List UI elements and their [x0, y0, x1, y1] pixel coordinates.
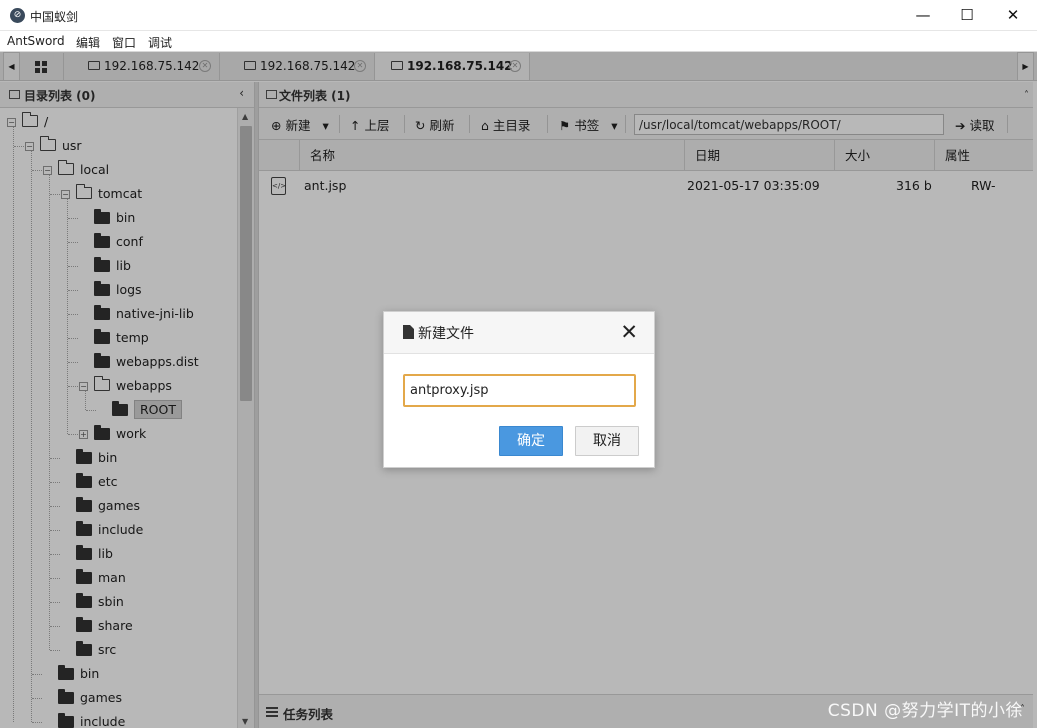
dialog-close-button[interactable]: ✕: [620, 320, 638, 344]
antsword-logo-icon: ⊘: [10, 8, 25, 23]
dialog-title: 新建文件: [418, 326, 474, 342]
menu-debug[interactable]: 调试: [148, 34, 172, 51]
menu-edit[interactable]: 编辑: [76, 34, 100, 51]
new-file-dialog: 新建文件 ✕ 确定 取消: [383, 311, 655, 468]
filename-input[interactable]: [403, 374, 636, 407]
dialog-header: 新建文件 ✕: [384, 312, 654, 354]
window-title: 中国蚁剑: [30, 10, 79, 24]
close-window-button[interactable]: ✕: [990, 0, 1036, 31]
menu-window[interactable]: 窗口: [112, 34, 136, 51]
menu-antsword[interactable]: AntSword: [7, 34, 65, 48]
file-icon: [403, 325, 414, 339]
menu-bar: AntSword 编辑 窗口 调试: [0, 31, 1037, 52]
cancel-button[interactable]: 取消: [575, 426, 639, 456]
confirm-button[interactable]: 确定: [499, 426, 563, 456]
watermark: CSDN @努力学IT的小徐: [827, 701, 1023, 721]
maximize-button[interactable]: ☐: [944, 0, 990, 31]
minimize-button[interactable]: —: [900, 0, 946, 31]
title-bar: ⊘ 中国蚁剑 — ☐ ✕: [0, 0, 1037, 31]
antsword-window: ⊘ 中国蚁剑 — ☐ ✕ AntSword 编辑 窗口 调试 ◀ 192.168…: [0, 0, 1037, 728]
